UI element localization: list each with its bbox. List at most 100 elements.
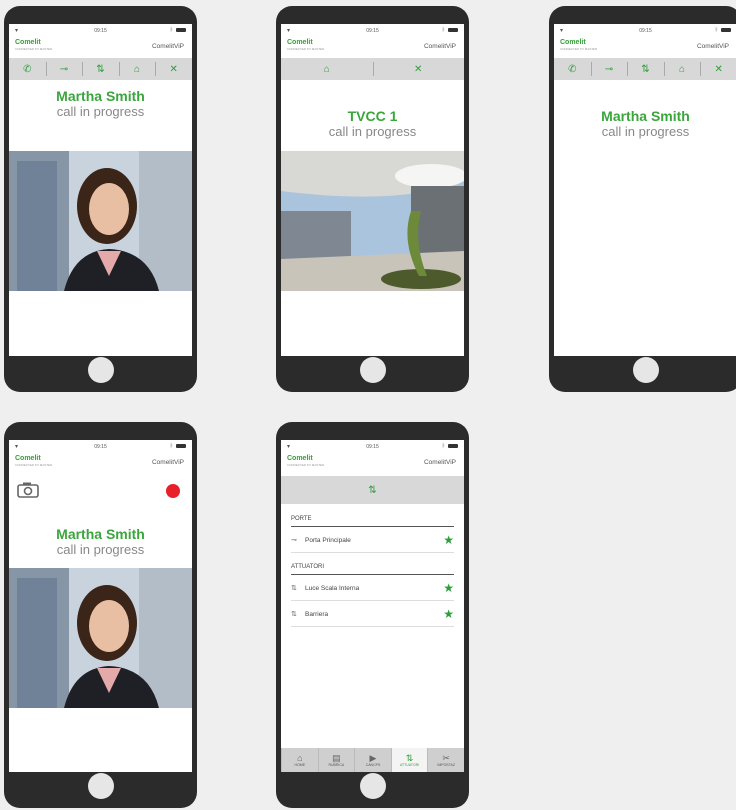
actuator-button[interactable]: ⇅ [82, 58, 119, 80]
video-feed [9, 568, 192, 708]
phone-screen: ▾ 09:15 ᛒ Comelit CONNECTED TO MASTER Com… [9, 24, 192, 356]
phone-screen: ▾ 09:15 ᛒ Comelit CONNECTED TO MASTER Com… [554, 24, 736, 356]
tab-attuatori[interactable]: ⇅ ATTUATORI [390, 748, 428, 772]
list-item-label: Luce Scala Interna [305, 584, 360, 592]
tab-impostaz[interactable]: ✂ IMPOSTAZ [427, 748, 464, 772]
battery-icon [448, 444, 458, 448]
favorite-star-icon[interactable]: ★ [443, 581, 454, 595]
favorite-star-icon[interactable]: ★ [443, 533, 454, 547]
record-button[interactable] [166, 484, 180, 498]
brand-logo: Comelit CONNECTED TO MASTER [15, 455, 52, 467]
home-icon: ⌂ [297, 753, 303, 763]
addressbook-icon: ▤ [332, 753, 341, 763]
brand-tagline: CONNECTED TO MASTER [287, 463, 325, 467]
status-bar: ▾ 09:15 ᛒ [554, 24, 736, 38]
tab-home[interactable]: ⌂ HOME [281, 748, 318, 772]
app-name: ComelitViP [423, 43, 456, 50]
app-name: ComelitViP [151, 459, 184, 466]
home-button[interactable] [359, 357, 386, 383]
bluetooth-icon: ᛒ [714, 27, 718, 33]
list-item-porta-principale[interactable]: ⊸ Porta Principale ★ [291, 528, 454, 553]
key-icon: ⊸ [604, 63, 614, 75]
phone-4: ▾ 09:15 ᛒ Comelit CONNECTED TO MASTER Com… [4, 422, 197, 808]
camera-switch-button[interactable]: ⌂ [663, 58, 701, 80]
actuator-icon: ⇅ [96, 63, 105, 75]
favorite-star-icon[interactable]: ★ [443, 607, 454, 621]
home-button[interactable] [632, 357, 659, 383]
actuator-icon: ⇅ [405, 753, 414, 763]
brand-tagline: CONNECTED TO MASTER [15, 47, 53, 51]
divider [291, 526, 454, 527]
actuator-icon: ⇅ [291, 585, 297, 592]
status-time: 09:15 [366, 444, 379, 450]
section-title-porte: PORTE [291, 516, 312, 522]
bottom-tab-bar: ⌂ HOME ▤ RUBRICA ▶ CANCPS ⇅ ATTUATORI ✂ IMPOS… [281, 748, 464, 772]
status-time: 09:15 [366, 28, 379, 34]
call-status: call in progress [56, 542, 145, 557]
close-icon: ✕ [714, 63, 723, 75]
close-icon: ✕ [414, 63, 423, 75]
app-name: ComelitViP [151, 43, 184, 50]
home-button[interactable] [87, 773, 114, 799]
camera-switch-button[interactable]: ⌂ [281, 58, 373, 80]
phone-5: ▾ 09:15 ᛒ Comelit CONNECTED TO MASTER Com… [276, 422, 469, 808]
phone-screen: ▾ 09:15 ᛒ Comelit CONNECTED TO MASTER Com… [281, 440, 464, 772]
bluetooth-icon: ᛒ [441, 443, 445, 449]
list-item-label: Porta Principale [305, 536, 351, 544]
list-item-luce-scala[interactable]: ⇅ Luce Scala Interna ★ [291, 576, 454, 601]
call-toolbar: ✆ ⊸ ⇅ ⌂ ✕ [554, 58, 736, 80]
close-icon: ✕ [169, 63, 178, 75]
call-status: call in progress [601, 124, 690, 139]
battery-icon [448, 28, 458, 32]
door-icon: ⊸ [291, 537, 297, 544]
battery-icon [176, 444, 186, 448]
brand-name: Comelit [15, 39, 41, 46]
brand-name: Comelit [287, 39, 313, 46]
camera-switch-button[interactable]: ⌂ [118, 58, 156, 80]
home-button[interactable] [359, 773, 386, 799]
tab-rubrica[interactable]: ▤ RUBRICA [317, 748, 355, 772]
actuator-button[interactable]: ⇅ [281, 476, 464, 504]
caller-name: Martha Smith [56, 88, 145, 104]
actuator-icon: ⇅ [291, 611, 297, 618]
brand-name: Comelit [15, 455, 41, 462]
brand-name: Comelit [560, 39, 586, 46]
caller-name: TVCC 1 [347, 108, 398, 124]
tab-label: RUBRICA [328, 763, 345, 767]
status-bar: ▾ 09:15 ᛒ [281, 24, 464, 38]
camera-icon: ▶ [369, 753, 377, 763]
status-bar: ▾ 09:15 ᛒ [9, 24, 192, 38]
actuator-button[interactable]: ⇅ [627, 58, 664, 80]
brand-tagline: CONNECTED TO MASTER [15, 463, 53, 467]
actuator-icon: ⇅ [641, 63, 650, 75]
answer-button[interactable]: ✆ [554, 58, 591, 80]
list-item-barriera[interactable]: ⇅ Barriera ★ [291, 602, 454, 627]
app-name: ComelitViP [423, 459, 456, 466]
snapshot-camera-icon[interactable] [17, 482, 39, 503]
phone-icon: ✆ [568, 63, 577, 75]
phone-screen: ▾ 09:15 ᛒ Comelit CONNECTED TO MASTER Com… [9, 440, 192, 772]
brand-logo: Comelit CONNECTED TO MASTER [287, 39, 324, 51]
home-button[interactable] [87, 357, 114, 383]
door-open-button[interactable]: ⊸ [590, 58, 628, 80]
bluetooth-icon: ᛒ [441, 27, 445, 33]
bluetooth-icon: ᛒ [169, 27, 173, 33]
answer-button[interactable]: ✆ [9, 58, 46, 80]
cctv-icon: ⌂ [134, 63, 141, 75]
tab-cancps[interactable]: ▶ CANCPS [354, 748, 391, 772]
actuator-toolbar: ⇅ [281, 476, 464, 504]
brand-name: Comelit [287, 455, 313, 462]
hangup-button[interactable]: ✕ [372, 58, 465, 80]
video-feed [9, 151, 192, 291]
hangup-button[interactable]: ✕ [700, 58, 736, 80]
app-name: ComelitViP [696, 43, 729, 50]
brand-logo: Comelit CONNECTED TO MASTER [560, 39, 597, 51]
phone-icon: ✆ [23, 63, 32, 75]
hangup-button[interactable]: ✕ [155, 58, 192, 80]
phone-screen: ▾ 09:15 ᛒ Comelit CONNECTED TO MASTER Com… [281, 24, 464, 356]
status-time: 09:15 [94, 444, 107, 450]
call-status: call in progress [56, 104, 145, 119]
door-open-button[interactable]: ⊸ [45, 58, 83, 80]
tab-label: IMPOSTAZ [437, 763, 455, 767]
call-toolbar: ✆ ⊸ ⇅ ⌂ ✕ [9, 58, 192, 80]
